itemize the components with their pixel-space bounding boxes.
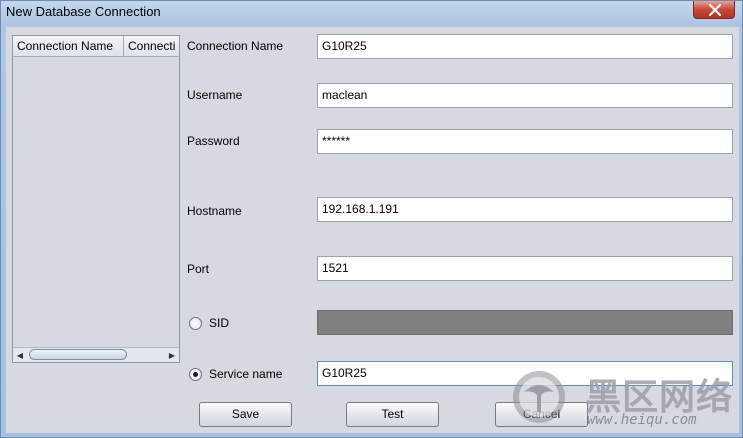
scroll-right-icon[interactable]: ▶ [165,348,179,362]
close-button[interactable] [693,1,735,19]
title-bar[interactable]: New Database Connection [1,1,742,23]
scroll-left-icon[interactable]: ◀ [13,348,27,362]
connection-name-label: Connection Name [187,39,284,53]
port-label: Port [187,262,210,276]
column-header-connection[interactable]: Connecti [124,36,180,56]
sid-label[interactable]: SID [209,316,229,330]
hostname-input[interactable]: 192.168.1.191 [317,197,733,222]
close-icon [708,4,722,16]
connection-list[interactable]: Connection Name Connecti ◀ ▶ [12,35,180,363]
service-name-radio[interactable] [189,368,202,381]
list-header: Connection Name Connecti [13,36,179,57]
watermark-url: www.heiqu.com [587,412,697,428]
username-input[interactable]: maclean [317,83,733,108]
username-label: Username [187,88,243,102]
save-button[interactable]: Save [199,402,292,427]
column-header-connection-name[interactable]: Connection Name [13,36,124,56]
sid-radio[interactable] [189,317,202,330]
window-title: New Database Connection [6,4,161,19]
port-input[interactable]: 1521 [317,256,733,281]
password-label: Password [187,134,240,148]
connection-name-input[interactable]: G10R25 [317,34,733,59]
password-input[interactable]: ****** [317,129,733,154]
scrollbar-thumb[interactable] [29,349,127,360]
watermark-logo-icon [513,371,565,423]
watermark: 黑区网络 www.heiqu.com [510,368,743,438]
horizontal-scrollbar[interactable]: ◀ ▶ [13,347,179,362]
service-name-label[interactable]: Service name [209,367,282,381]
test-button[interactable]: Test [346,402,439,427]
sid-input[interactable] [317,310,733,335]
hostname-label: Hostname [187,204,242,218]
